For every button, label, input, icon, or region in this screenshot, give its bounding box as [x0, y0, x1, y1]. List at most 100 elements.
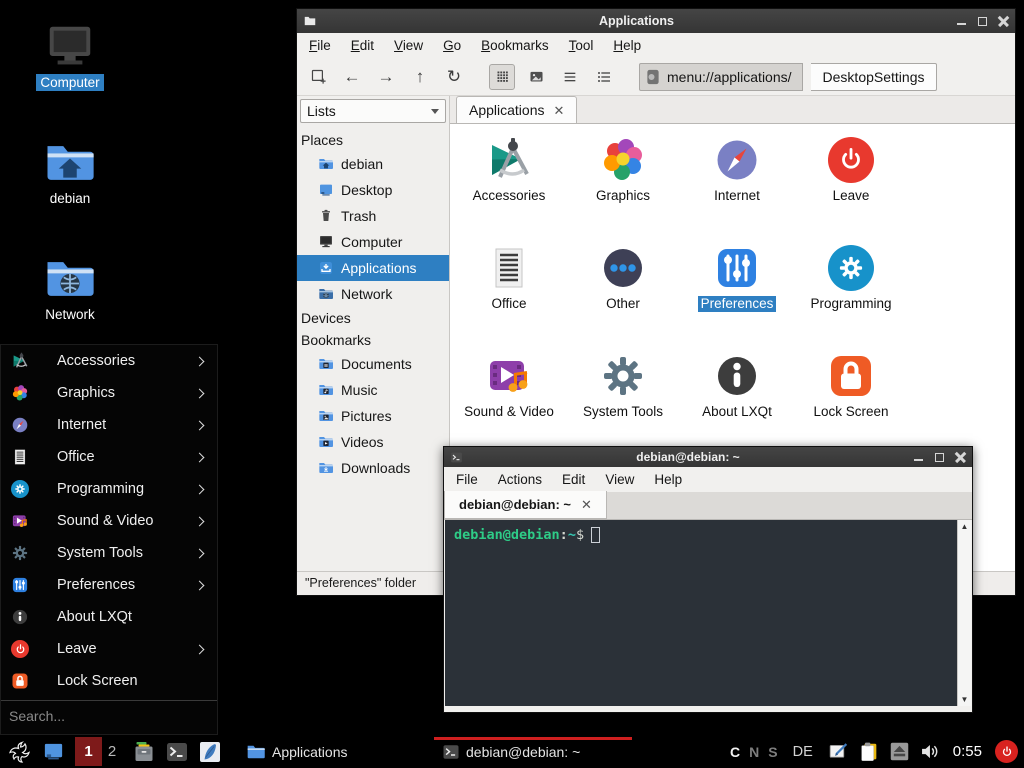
menu-search-input[interactable] — [1, 708, 217, 724]
leave-icon — [828, 137, 874, 183]
folder-item-leave[interactable]: Leave — [794, 136, 908, 244]
menu-item-preferences[interactable]: Preferences — [1, 569, 217, 601]
fm-titlebar[interactable]: Applications — [297, 9, 1015, 33]
forward-button[interactable]: → — [373, 64, 399, 90]
close-button[interactable] — [955, 452, 966, 463]
minimize-button[interactable] — [913, 452, 924, 463]
sidebar-item-downloads[interactable]: Downloads — [297, 455, 449, 481]
icon-view-button[interactable] — [489, 64, 515, 90]
power-button[interactable] — [995, 740, 1018, 763]
menu-item-leave[interactable]: Leave — [1, 633, 217, 665]
folder-item-internet[interactable]: Internet — [680, 136, 794, 244]
sidebar-item-pictures[interactable]: Pictures — [297, 403, 449, 429]
folder-item-lock-screen[interactable]: Lock Screen — [794, 352, 908, 460]
sidebar-item-applications[interactable]: Applications — [297, 255, 449, 281]
scroll-down-icon[interactable]: ▼ — [961, 695, 969, 704]
workspace-1-button[interactable]: 1 — [75, 737, 102, 766]
desktop-icon-computer[interactable]: Computer — [20, 20, 120, 92]
quicklaunch-terminal[interactable] — [165, 740, 189, 764]
address-subfolder-button[interactable]: DesktopSettings — [811, 63, 938, 91]
menu-item-graphics[interactable]: Graphics — [1, 377, 217, 409]
tab-close-icon[interactable]: ✕ — [581, 498, 592, 511]
sidebar-mode-combobox[interactable]: Lists — [300, 99, 446, 123]
tray-screenshot[interactable] — [828, 741, 849, 762]
menu-bookmarks[interactable]: Bookmarks — [481, 38, 549, 53]
task-button-terminal[interactable]: debian@debian: ~ — [434, 737, 632, 766]
address-path-button[interactable]: menu://applications/ — [639, 63, 803, 91]
menu-file[interactable]: File — [456, 472, 478, 487]
new-tab-button[interactable] — [305, 64, 331, 90]
terminal-titlebar[interactable]: debian@debian: ~ — [444, 447, 972, 467]
menu-item-system-tools[interactable]: System Tools — [1, 537, 217, 569]
keyboard-layout-switcher[interactable]: DE — [793, 744, 813, 760]
desktop: { "desktop": { "icons": [ { "label": "Co… — [0, 0, 1024, 768]
sidebar-item-desktop[interactable]: Desktop — [297, 177, 449, 203]
tray-removable-media[interactable] — [889, 741, 910, 762]
menu-item-office[interactable]: Office — [1, 441, 217, 473]
sidebar-item-videos[interactable]: Videos — [297, 429, 449, 455]
tray-volume[interactable] — [919, 741, 940, 762]
tab-applications[interactable]: Applications ✕ — [456, 96, 577, 123]
menu-edit[interactable]: Edit — [351, 38, 374, 53]
sidebar-item-trash[interactable]: Trash — [297, 203, 449, 229]
folder-item-preferences[interactable]: Preferences — [680, 244, 794, 352]
scroll-up-icon[interactable]: ▲ — [961, 522, 969, 531]
menu-file[interactable]: File — [309, 38, 331, 53]
folder-item-accessories[interactable]: Accessories — [452, 136, 566, 244]
desktop-icon-network[interactable]: Network — [20, 252, 120, 324]
sidebar-item-music[interactable]: Music — [297, 377, 449, 403]
start-menu-button[interactable] — [7, 740, 31, 764]
sidebar-item-network[interactable]: Network — [297, 281, 449, 307]
detailed-list-view-button[interactable] — [557, 64, 583, 90]
up-button[interactable]: ↑ — [407, 64, 433, 90]
power-icon — [1000, 745, 1014, 759]
maximize-button[interactable] — [934, 452, 945, 463]
sidebar-item-documents[interactable]: Documents — [297, 351, 449, 377]
menu-help[interactable]: Help — [654, 472, 682, 487]
minimize-button[interactable] — [956, 16, 967, 27]
menu-help[interactable]: Help — [613, 38, 641, 53]
show-desktop-button[interactable] — [42, 740, 65, 763]
programming-icon — [828, 245, 874, 291]
close-button[interactable] — [998, 16, 1009, 27]
menu-view[interactable]: View — [394, 38, 423, 53]
back-button[interactable]: ← — [339, 64, 365, 90]
thumbnail-view-button[interactable] — [523, 64, 549, 90]
menu-item-about-lxqt[interactable]: About LXQt — [1, 601, 217, 633]
compact-view-button[interactable] — [591, 64, 617, 90]
folder-item-office[interactable]: Office — [452, 244, 566, 352]
clock[interactable]: 0:55 — [953, 743, 982, 760]
menu-item-internet[interactable]: Internet — [1, 409, 217, 441]
sidebar-item-debian[interactable]: debian — [297, 151, 449, 177]
menu-item-lock-screen[interactable]: Lock Screen — [1, 665, 217, 697]
desktop-icon-debian[interactable]: debian — [20, 136, 120, 208]
sidebar-item-computer[interactable]: Computer — [297, 229, 449, 255]
terminal-scrollbar[interactable]: ▲ ▼ — [957, 520, 971, 706]
folder-item-graphics[interactable]: Graphics — [566, 136, 680, 244]
quicklaunch-file-manager[interactable] — [132, 740, 156, 764]
menu-go[interactable]: Go — [443, 38, 461, 53]
folder-item-system-tools[interactable]: System Tools — [566, 352, 680, 460]
menu-view[interactable]: View — [605, 472, 634, 487]
terminal-tab[interactable]: debian@debian: ~ ✕ — [444, 491, 607, 519]
quicklaunch-featherpad[interactable] — [198, 740, 222, 764]
tray-clipboard[interactable] — [858, 741, 880, 763]
menu-tool[interactable]: Tool — [569, 38, 594, 53]
reload-button[interactable]: ↻ — [441, 64, 467, 90]
trash-icon — [318, 208, 334, 224]
terminal-screen[interactable]: debian@debian:~$ ▲ ▼ — [445, 520, 971, 706]
folder-item-about-lxqt[interactable]: About LXQt — [680, 352, 794, 460]
menu-item-accessories[interactable]: Accessories — [1, 345, 217, 377]
terminal-window: debian@debian: ~ File Actions Edit View … — [443, 446, 973, 713]
menu-item-programming[interactable]: Programming — [1, 473, 217, 505]
menu-edit[interactable]: Edit — [562, 472, 585, 487]
maximize-button[interactable] — [977, 16, 988, 27]
tab-close-icon[interactable]: ✕ — [554, 104, 565, 117]
folder-item-sound-video[interactable]: Sound & Video — [452, 352, 566, 460]
menu-item-sound-video[interactable]: Sound & Video — [1, 505, 217, 537]
folder-item-other[interactable]: Other — [566, 244, 680, 352]
folder-item-programming[interactable]: Programming — [794, 244, 908, 352]
menu-actions[interactable]: Actions — [498, 472, 542, 487]
workspace-2-button[interactable]: 2 — [102, 743, 122, 760]
task-button-applications[interactable]: Applications — [238, 737, 434, 766]
